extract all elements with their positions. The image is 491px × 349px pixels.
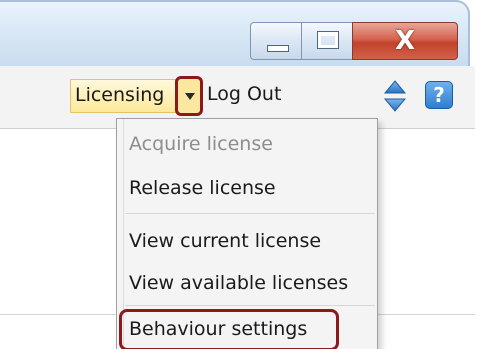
menu-item-behaviour-settings[interactable]: Behaviour settings [129, 318, 307, 340]
close-button[interactable]: X [352, 22, 458, 60]
app-window: X Licensing Log Out ? Acquire license Re… [0, 0, 491, 349]
minimize-icon [267, 45, 289, 52]
licensing-dropdown-menu: Acquire license Release license View cur… [116, 118, 378, 349]
menu-separator [125, 213, 375, 214]
help-icon[interactable]: ? [425, 81, 453, 109]
sort-up-down-icon[interactable] [383, 79, 407, 113]
dropdown-arrow-icon [185, 93, 195, 100]
menu-item-view-current-license[interactable]: View current license [129, 230, 321, 252]
minimize-button[interactable] [250, 22, 302, 60]
caption-buttons: X [250, 22, 460, 60]
menu-separator [125, 305, 375, 306]
licensing-label: Licensing [75, 84, 165, 106]
menu-item-release-license[interactable]: Release license [129, 177, 276, 199]
title-bar: X [0, 0, 470, 66]
maximize-icon [317, 31, 339, 49]
close-icon: X [394, 26, 416, 56]
licensing-dropdown-toggle[interactable] [175, 76, 203, 116]
logout-link[interactable]: Log Out [207, 83, 281, 105]
menu-item-view-available-licenses[interactable]: View available licenses [129, 272, 348, 294]
licensing-button[interactable]: Licensing [70, 79, 176, 113]
maximize-button[interactable] [301, 22, 353, 60]
menu-item-acquire-license: Acquire license [129, 133, 273, 155]
